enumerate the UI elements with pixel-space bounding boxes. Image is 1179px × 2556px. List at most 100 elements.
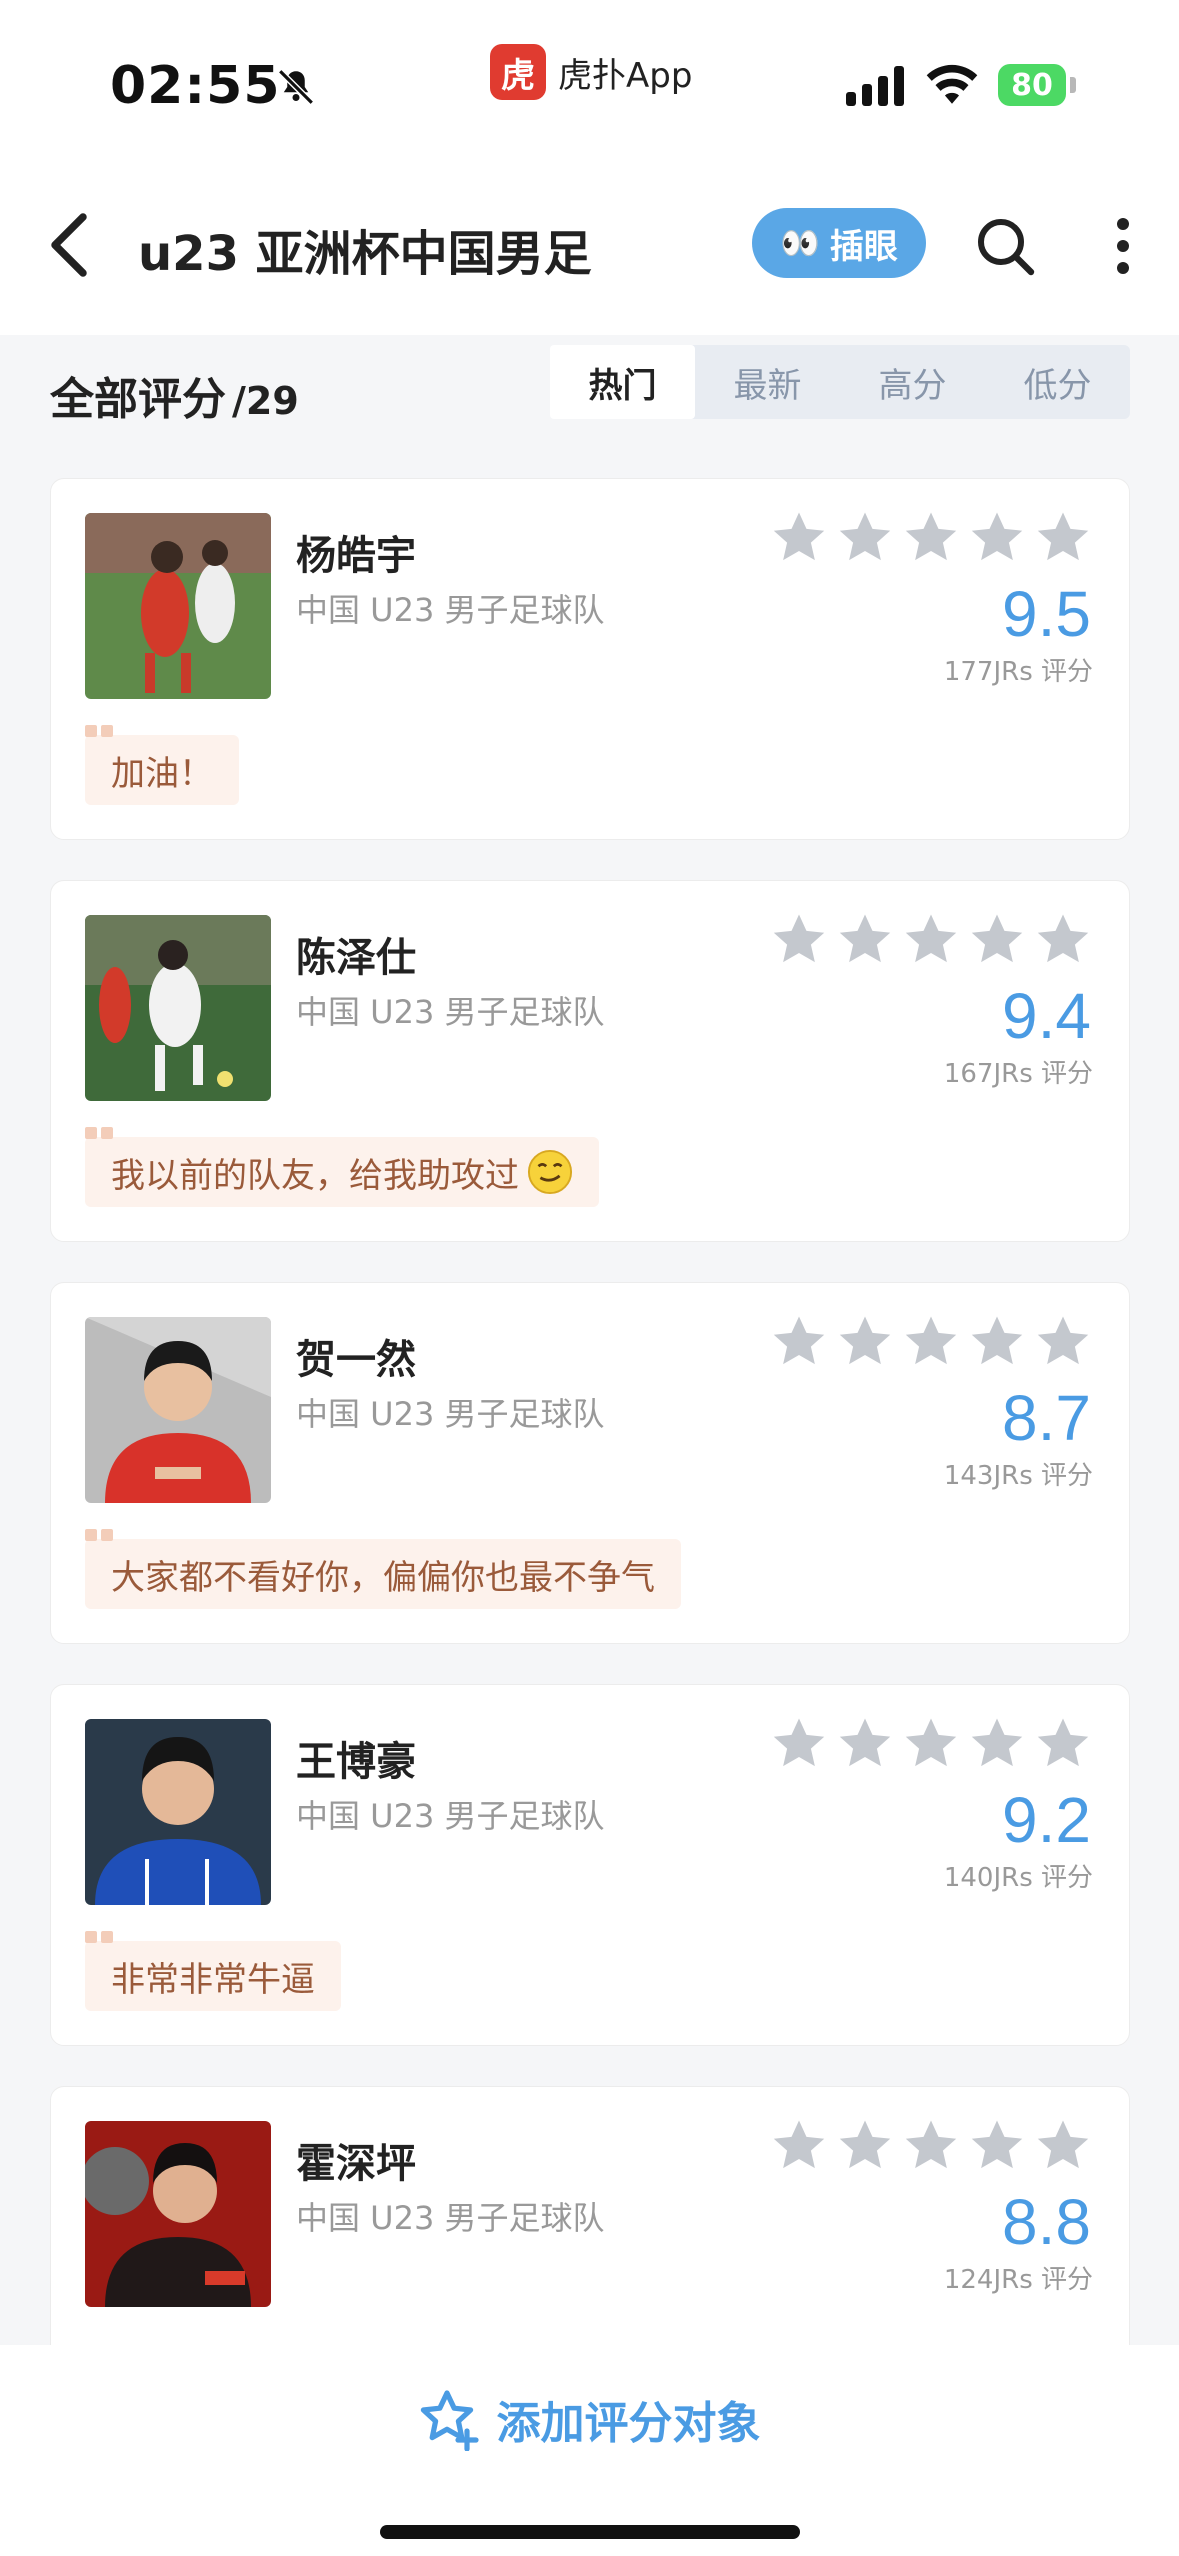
star-icon[interactable] [771, 1313, 827, 1369]
star-icon[interactable] [903, 1313, 959, 1369]
star-icon[interactable] [837, 1313, 893, 1369]
star-icon[interactable] [837, 911, 893, 967]
player-team: 中国 U23 男子足球队 [296, 1797, 605, 1835]
star-icon[interactable] [1035, 1715, 1091, 1771]
player-score: 8.8 [1002, 2186, 1091, 2258]
more-vertical-icon[interactable] [1105, 216, 1141, 276]
quote-icon [85, 1529, 113, 1541]
add-rating-target-button[interactable]: 添加评分对象 [0, 2387, 1179, 2451]
star-icon[interactable] [903, 1715, 959, 1771]
player-name: 霍深坪 [296, 2141, 416, 2187]
all-ratings-title: 全部评分/29 [50, 363, 299, 427]
top-comment[interactable]: 非常非常牛逼 [85, 1931, 341, 2011]
star-add-icon [420, 2390, 479, 2451]
tab-hot[interactable]: 热门 [550, 345, 695, 419]
star-icon[interactable] [903, 509, 959, 565]
add-rating-label: 添加评分对象 [496, 2398, 761, 2449]
quote-icon [85, 1931, 113, 1943]
top-comment[interactable]: 我以前的队友，给我助攻过 [85, 1127, 599, 1207]
eyes-icon: 👀 [780, 224, 820, 262]
star-icon[interactable] [1035, 2117, 1091, 2173]
search-icon[interactable] [975, 216, 1035, 276]
status-bar: 02:55 虎 虎扑App 80 [0, 0, 1179, 150]
player-name: 贺一然 [296, 1337, 416, 1383]
player-team: 中国 U23 男子足球队 [296, 1395, 605, 1433]
top-comment[interactable]: 大家都不看好你，偏偏你也最不争气 [85, 1529, 681, 1609]
player-name: 王博豪 [296, 1739, 416, 1785]
nav-bar: u23 亚洲杯中国男足 👀 插眼 [0, 150, 1179, 335]
player-card[interactable]: 王博豪 中国 U23 男子足球队 9.2 140JRs 评分 非常非常牛逼 [50, 1684, 1130, 2046]
wifi-icon [926, 64, 978, 104]
rating-stars[interactable] [771, 911, 1091, 967]
player-name: 陈泽仕 [296, 935, 416, 981]
rating-stars[interactable] [771, 2117, 1091, 2173]
quote-icon [85, 1127, 113, 1139]
tab-low[interactable]: 低分 [985, 345, 1130, 419]
star-icon[interactable] [771, 911, 827, 967]
star-icon[interactable] [771, 2117, 827, 2173]
page-title: u23 亚洲杯中国男足 [138, 226, 592, 282]
player-photo [85, 2121, 271, 2307]
comment-text: 非常非常牛逼 [111, 1959, 315, 2000]
player-score: 9.5 [1002, 578, 1091, 650]
quote-icon [85, 725, 113, 737]
star-icon[interactable] [1035, 911, 1091, 967]
smirk-emoji-icon [527, 1149, 573, 1195]
rating-stars[interactable] [771, 1715, 1091, 1771]
vote-count: 167JRs 评分 [943, 1059, 1093, 1089]
tab-high[interactable]: 高分 [840, 345, 985, 419]
rating-stars[interactable] [771, 509, 1091, 565]
player-name: 杨皓宇 [296, 533, 416, 579]
vote-count: 143JRs 评分 [943, 1461, 1093, 1491]
vote-count: 140JRs 评分 [943, 1863, 1093, 1893]
star-icon[interactable] [837, 1715, 893, 1771]
rating-header: 全部评分/29 热门 最新 高分 低分 [0, 335, 1179, 455]
player-card[interactable]: 杨皓宇 中国 U23 男子足球队 9.5 177JRs 评分 加油！ [50, 478, 1130, 840]
comment-text: 我以前的队友，给我助攻过 [111, 1155, 519, 1196]
star-icon[interactable] [837, 2117, 893, 2173]
battery-tip [1070, 77, 1076, 93]
star-icon[interactable] [771, 1715, 827, 1771]
player-photo [85, 1719, 271, 1905]
player-card[interactable]: 陈泽仕 中国 U23 男子足球队 9.4 167JRs 评分 我以前的队友，给我… [50, 880, 1130, 1242]
player-card[interactable]: 贺一然 中国 U23 男子足球队 8.7 143JRs 评分 大家都不看好你，偏… [50, 1282, 1130, 1644]
bell-muted-icon [278, 69, 314, 105]
back-arrow-icon[interactable] [44, 210, 94, 280]
star-icon[interactable] [1035, 509, 1091, 565]
star-icon[interactable] [969, 509, 1025, 565]
star-icon[interactable] [1035, 1313, 1091, 1369]
chayan-button[interactable]: 👀 插眼 [752, 208, 926, 278]
star-icon[interactable] [903, 2117, 959, 2173]
star-icon[interactable] [969, 911, 1025, 967]
sort-tabs: 热门 最新 高分 低分 [550, 345, 1130, 419]
player-score: 8.7 [1002, 1382, 1091, 1454]
player-team: 中国 U23 男子足球队 [296, 993, 605, 1031]
player-photo [85, 513, 271, 699]
top-comment[interactable]: 加油！ [85, 725, 239, 805]
app-badge[interactable]: 虎 虎扑App [490, 44, 692, 100]
star-icon[interactable] [771, 509, 827, 565]
player-photo [85, 915, 271, 1101]
star-icon[interactable] [903, 911, 959, 967]
app-logo: 虎 [490, 44, 546, 100]
player-photo [85, 1317, 271, 1503]
status-time: 02:55 [110, 56, 281, 116]
chayan-label: 插眼 [829, 226, 898, 267]
vote-count: 177JRs 评分 [943, 657, 1093, 687]
rating-stars[interactable] [771, 1313, 1091, 1369]
page: 02:55 虎 虎扑App 80 u23 亚洲杯中国男足 👀 插眼 全部评分 /… [0, 0, 1179, 2556]
star-icon[interactable] [969, 1313, 1025, 1369]
tab-latest[interactable]: 最新 [695, 345, 840, 419]
player-score: 9.4 [1002, 980, 1091, 1052]
comment-text: 加油！ [111, 753, 213, 794]
player-team: 中国 U23 男子足球队 [296, 2199, 605, 2237]
battery-indicator: 80 [998, 64, 1066, 106]
bottom-bar: 添加评分对象 [0, 2345, 1179, 2556]
star-icon[interactable] [969, 2117, 1025, 2173]
app-name: 虎扑App [558, 55, 693, 96]
player-team: 中国 U23 男子足球队 [296, 591, 605, 629]
star-icon[interactable] [837, 509, 893, 565]
home-indicator[interactable] [380, 2525, 800, 2539]
star-icon[interactable] [969, 1715, 1025, 1771]
comment-text: 大家都不看好你，偏偏你也最不争气 [111, 1557, 655, 1598]
